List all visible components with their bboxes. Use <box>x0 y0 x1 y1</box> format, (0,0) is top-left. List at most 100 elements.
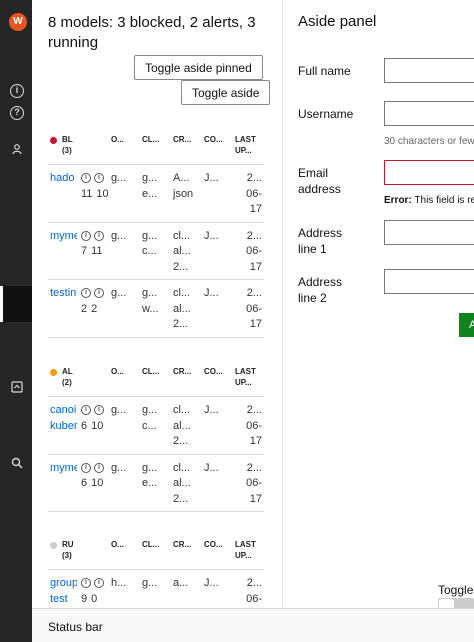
table-row: myme i i 6 10 g... g... e... cl... al... 2... J.… <box>48 453 264 512</box>
info-icon[interactable]: i <box>94 578 104 589</box>
group-header[interactable]: BL (3) <box>48 130 109 165</box>
search-icon[interactable] <box>10 457 24 471</box>
model-link[interactable]: myme <box>50 229 77 245</box>
column-header[interactable]: CL... <box>140 535 171 570</box>
email-error-text: This field is requ <box>414 195 474 206</box>
cell-ctrl: J... <box>202 569 233 608</box>
column-header[interactable]: CL... <box>140 362 171 397</box>
full-name-label: Full name <box>298 64 351 78</box>
open-window-icon[interactable] <box>10 381 24 395</box>
address-line-1-input[interactable] <box>384 220 474 245</box>
table-row: testin i i 2 2 g... g... w... cl... al... 2... J… <box>48 279 264 338</box>
model-link[interactable]: test <box>50 592 77 608</box>
column-header[interactable]: CL... <box>140 130 171 165</box>
column-header[interactable]: O... <box>109 130 140 165</box>
status-dot-icon <box>50 542 57 549</box>
summary-count: 2 <box>81 302 88 315</box>
cell-owner: g... <box>109 453 140 512</box>
status-dot-icon <box>50 137 57 144</box>
info-icon[interactable]: i <box>81 288 91 299</box>
toggle-aside-pinned-button[interactable]: Toggle aside pinned <box>134 55 263 80</box>
email-error-prefix: Error: <box>384 195 412 206</box>
column-header[interactable]: LAST UP... <box>233 362 264 397</box>
aside-title: Aside panel <box>298 13 377 30</box>
model-link[interactable]: hado <box>50 171 77 187</box>
email-input[interactable] <box>384 160 474 185</box>
cell-cred: A... json <box>171 164 202 222</box>
cell-updated: 2... 06- <box>233 569 264 608</box>
column-header[interactable]: CR... <box>171 130 202 165</box>
info-icon[interactable]: i <box>94 462 104 473</box>
info-icon[interactable]: i <box>81 405 91 416</box>
model-link[interactable]: group <box>50 576 77 592</box>
info-icon[interactable]: i <box>94 288 104 299</box>
cell-cred: cl... al... 2... <box>171 221 202 280</box>
cell-cred: cl... al... 2... <box>171 279 202 338</box>
username-input[interactable] <box>384 101 474 126</box>
user-icon[interactable] <box>10 143 24 157</box>
info-icon[interactable]: i <box>81 462 91 473</box>
table-row: group test i i 9 0 h... g... a... J... 2... 06- <box>48 569 264 608</box>
cell-cloud: g... e... <box>140 164 171 222</box>
summary-count: 0 <box>91 592 98 605</box>
summary-count: 9 <box>81 592 88 605</box>
help-icon[interactable]: ? <box>10 106 24 120</box>
column-header[interactable]: LAST UP... <box>233 535 264 570</box>
cell-cred: cl... al... 2... <box>171 396 202 454</box>
model-link[interactable]: canoi <box>50 403 77 419</box>
username-help: 30 characters or fewe <box>384 136 474 147</box>
aside-panel: Aside panel Full name Username 30 charac… <box>282 0 474 608</box>
cell-cloud: g... w... <box>140 279 171 338</box>
cell-ctrl: J... <box>202 221 233 280</box>
active-nav-item[interactable] <box>0 286 32 322</box>
full-name-input[interactable] <box>384 58 474 83</box>
table-row: hado i i 11 10 g... g... e... A... json J... 2...… <box>48 164 264 222</box>
logo[interactable]: W <box>9 13 27 31</box>
submit-button[interactable]: A <box>459 313 474 337</box>
column-header[interactable]: O... <box>109 362 140 397</box>
column-header[interactable]: CR... <box>171 535 202 570</box>
email-label: Email address <box>298 166 341 196</box>
info-icon[interactable]: i <box>81 578 91 589</box>
cell-owner: g... <box>109 221 140 280</box>
summary-count: 10 <box>96 187 109 200</box>
info-icon[interactable]: i <box>94 230 104 241</box>
column-header[interactable]: CO... <box>202 535 233 570</box>
group-header[interactable]: RU (3) <box>48 535 109 570</box>
info-icon[interactable]: i <box>10 84 24 98</box>
summary-count: 11 <box>91 245 103 257</box>
column-header[interactable]: CO... <box>202 130 233 165</box>
main-panel: 8 models: 3 blocked, 2 alerts, 3 running… <box>32 0 282 608</box>
cell-owner: g... <box>109 396 140 454</box>
model-link[interactable]: kuber <box>50 419 77 435</box>
column-header[interactable]: LAST UP... <box>233 130 264 165</box>
table-row: myme i i 7 11 g... g... c... cl... al... 2... J.… <box>48 221 264 280</box>
address-line-2-input[interactable] <box>384 269 474 294</box>
column-header[interactable]: O... <box>109 535 140 570</box>
username-label: Username <box>298 107 354 121</box>
group-header[interactable]: AL (2) <box>48 362 109 397</box>
info-icon[interactable]: i <box>81 230 91 241</box>
email-error: Error: This field is requ <box>384 195 474 206</box>
model-link[interactable]: myme <box>50 461 77 477</box>
address-line-2-label: Address line 2 <box>298 275 343 305</box>
toggle-aside-button[interactable]: Toggle aside <box>181 80 271 105</box>
summary-count: 11 <box>81 187 93 200</box>
model-link[interactable]: testin <box>50 286 77 302</box>
address-line-1-label: Address line 1 <box>298 226 343 256</box>
status-bar: Status bar <box>32 608 474 642</box>
column-header[interactable]: CR... <box>171 362 202 397</box>
column-header[interactable]: CO... <box>202 362 233 397</box>
models-table: AL (2) O... CL... CR... CO... LAST UP... canoi… <box>48 362 264 512</box>
cell-updated: 2... 06-17 <box>233 164 264 222</box>
summary-count: 10 <box>91 477 104 489</box>
group-name: AL (2) <box>62 367 73 387</box>
info-icon[interactable]: i <box>94 173 104 184</box>
cell-owner: g... <box>109 164 140 222</box>
cell-updated: 2... 06-17 <box>233 279 264 338</box>
info-icon[interactable]: i <box>81 173 91 184</box>
cell-ctrl: J... <box>202 396 233 454</box>
cell-cred: a... <box>171 569 202 608</box>
info-icon[interactable]: i <box>94 405 104 416</box>
models-table: RU (3) O... CL... CR... CO... LAST UP... group… <box>48 535 264 608</box>
